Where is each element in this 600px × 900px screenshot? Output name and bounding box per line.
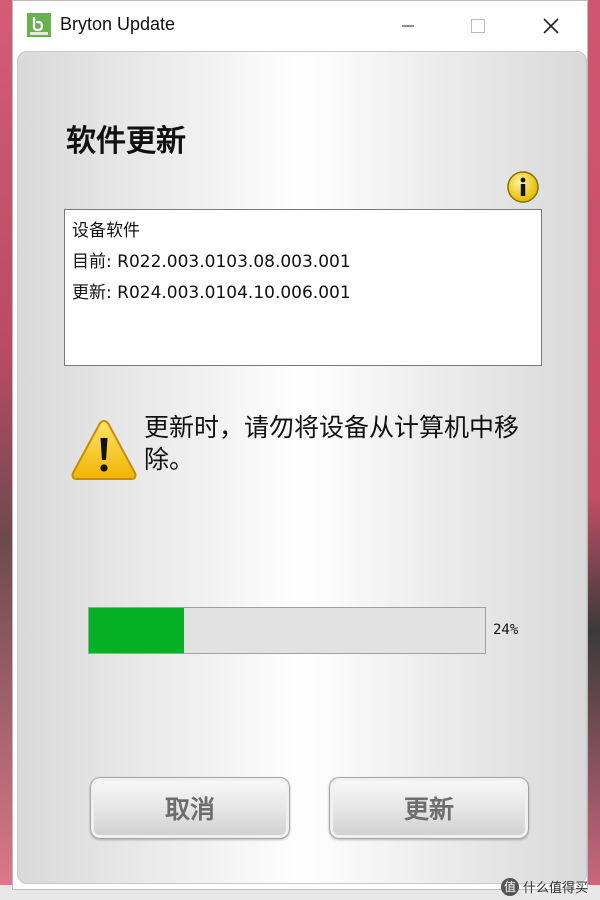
window-title: Bryton Update — [60, 14, 176, 34]
background-wallpaper-right — [586, 0, 600, 900]
minimize-icon — [402, 25, 414, 27]
bryton-logo-icon — [27, 13, 51, 37]
device-software-label: 设备软件 — [72, 221, 140, 241]
watermark: 值 什么值得买 — [500, 877, 588, 896]
close-button[interactable] — [528, 1, 574, 51]
watermark-icon: 值 — [500, 877, 519, 896]
progress-percent: 24% — [493, 622, 519, 638]
progress-bar — [88, 607, 486, 654]
update-panel: 软件更新 设备软件 目前: R022.003.0103.08.003.001 更… — [17, 51, 587, 884]
title-bar[interactable]: Bryton Update — [13, 1, 587, 51]
watermark-text: 什么值得买 — [522, 881, 588, 896]
cancel-button[interactable]: 取消 — [90, 777, 290, 839]
new-version: 更新: R024.003.0104.10.006.001 — [72, 283, 351, 303]
update-window: Bryton Update 软件更新 设备软件 目前: R022.003.010… — [12, 0, 588, 890]
background-wallpaper-left — [0, 0, 12, 900]
progress-bar-fill — [89, 608, 185, 653]
warning-message: 更新时，请勿将设备从计算机中移除。 — [144, 413, 520, 474]
version-info-box: 设备软件 目前: R022.003.0103.08.003.001 更新: R0… — [64, 209, 542, 366]
warning-icon — [71, 419, 137, 480]
info-icon[interactable] — [506, 170, 540, 204]
minimize-button[interactable] — [385, 1, 431, 51]
current-version: 目前: R022.003.0103.08.003.001 — [72, 252, 351, 272]
maximize-icon — [471, 19, 485, 33]
close-icon — [543, 18, 559, 34]
update-button[interactable]: 更新 — [329, 777, 529, 839]
page-title: 软件更新 — [66, 124, 186, 159]
maximize-button[interactable] — [455, 1, 501, 51]
